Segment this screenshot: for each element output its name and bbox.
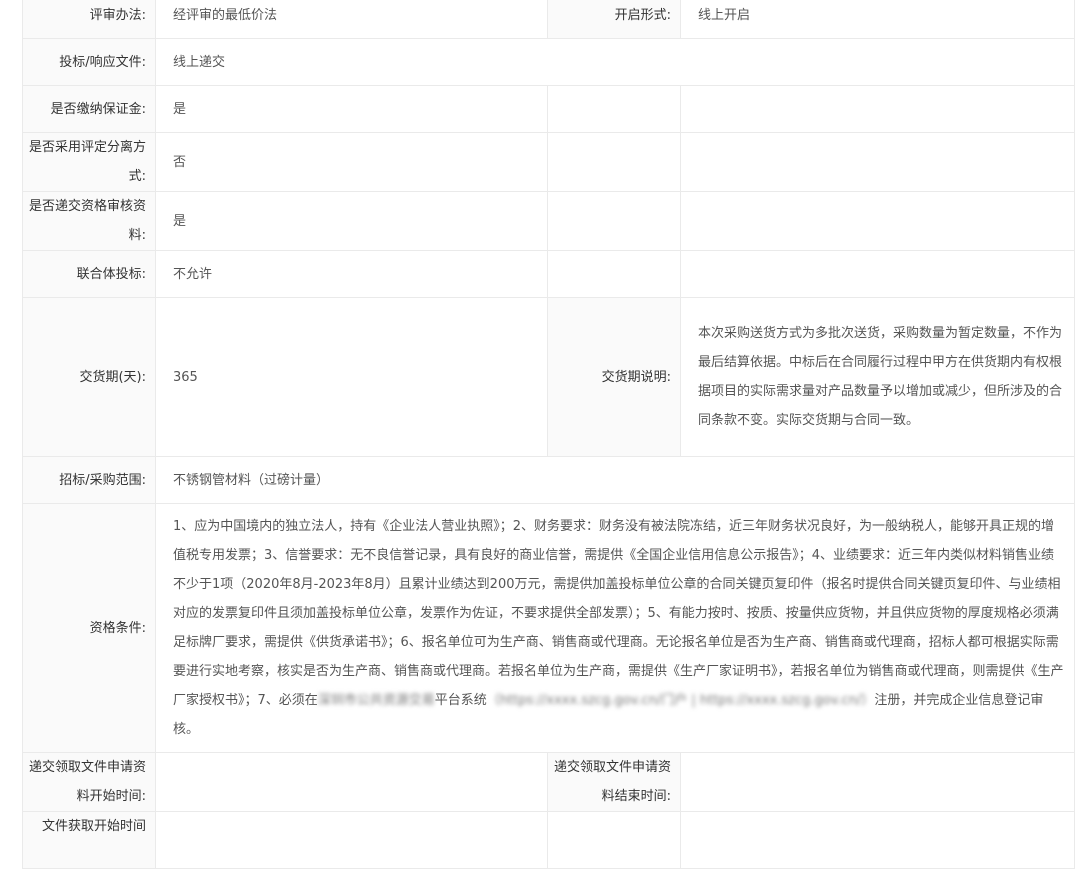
label-scope: 招标/采购范围:	[22, 456, 156, 504]
label-open-form: 开启形式:	[547, 0, 681, 39]
empty-cell	[680, 191, 1075, 251]
qualification-text: 平台系统	[434, 693, 487, 708]
label-doc-start: 文件获取开始时间	[22, 811, 156, 869]
empty-cell	[680, 250, 1075, 298]
qualification-text: 1、应为中国境内的独立法人，持有《企业法人营业执照》；2、财务要求：财务没有被法…	[173, 519, 1064, 708]
table-row: 联合体投标: 不允许	[22, 250, 1075, 298]
table-row: 是否采用评定分离方式: 否	[22, 132, 1075, 192]
label-delivery-days: 交货期(天):	[22, 297, 156, 457]
value-bid-doc: 线上递交	[155, 38, 1075, 86]
table-row: 是否缴纳保证金: 是	[22, 85, 1075, 133]
empty-cell	[547, 191, 681, 251]
empty-cell	[547, 811, 681, 869]
empty-cell	[680, 85, 1075, 133]
label-apply-end: 递交领取文件申请资料结束时间:	[547, 752, 681, 812]
table-row: 评审办法: 经评审的最低价法 开启形式: 线上开启	[22, 0, 1075, 39]
value-apply-start	[155, 752, 548, 812]
value-delivery-note: 本次采购送货方式为多批次送货，采购数量为暂定数量，不作为最后结算依据。中标后在合…	[680, 297, 1075, 457]
table-row: 递交领取文件申请资料开始时间: 递交领取文件申请资料结束时间:	[22, 752, 1075, 812]
value-doc-start	[155, 811, 548, 869]
empty-cell	[547, 85, 681, 133]
table-row: 投标/响应文件: 线上递交	[22, 38, 1075, 86]
value-scope: 不锈钢管材料（过磅计量）	[155, 456, 1075, 504]
value-deposit: 是	[155, 85, 548, 133]
value-qualify-docs: 是	[155, 191, 548, 251]
empty-cell	[547, 132, 681, 192]
label-qualify-docs: 是否递交资格审核资料:	[22, 191, 156, 251]
value-open-form: 线上开启	[680, 0, 1075, 39]
empty-cell	[680, 132, 1075, 192]
value-apply-end	[680, 752, 1075, 812]
label-delivery-note: 交货期说明:	[547, 297, 681, 457]
tender-info-table: 评审办法: 经评审的最低价法 开启形式: 线上开启 投标/响应文件: 线上递交 …	[22, 0, 1075, 869]
value-qualification: 1、应为中国境内的独立法人，持有《企业法人营业执照》；2、财务要求：财务没有被法…	[155, 503, 1075, 753]
value-consortium: 不允许	[155, 250, 548, 298]
label-qualification: 资格条件:	[22, 503, 156, 753]
value-separate: 否	[155, 132, 548, 192]
empty-cell	[680, 811, 1075, 869]
blurred-link: （https://xxxx.szcg.gov.cn/门户 | https://x…	[486, 693, 875, 708]
table-row: 是否递交资格审核资料: 是	[22, 191, 1075, 251]
table-row: 文件获取开始时间	[22, 811, 1075, 869]
tender-info-table-wrapper: 评审办法: 经评审的最低价法 开启形式: 线上开启 投标/响应文件: 线上递交 …	[22, 0, 1075, 869]
label-separate: 是否采用评定分离方式:	[22, 132, 156, 192]
value-delivery-days: 365	[155, 297, 548, 457]
value-eval-method: 经评审的最低价法	[155, 0, 548, 39]
blurred-text: 深圳市公共资源交易	[317, 693, 435, 708]
label-bid-doc: 投标/响应文件:	[22, 38, 156, 86]
table-row: 资格条件: 1、应为中国境内的独立法人，持有《企业法人营业执照》；2、财务要求：…	[22, 503, 1075, 753]
label-eval-method: 评审办法:	[22, 0, 156, 39]
label-apply-start: 递交领取文件申请资料开始时间:	[22, 752, 156, 812]
empty-cell	[547, 250, 681, 298]
table-row: 交货期(天): 365 交货期说明: 本次采购送货方式为多批次送货，采购数量为暂…	[22, 297, 1075, 457]
table-row: 招标/采购范围: 不锈钢管材料（过磅计量）	[22, 456, 1075, 504]
label-deposit: 是否缴纳保证金:	[22, 85, 156, 133]
label-consortium: 联合体投标:	[22, 250, 156, 298]
